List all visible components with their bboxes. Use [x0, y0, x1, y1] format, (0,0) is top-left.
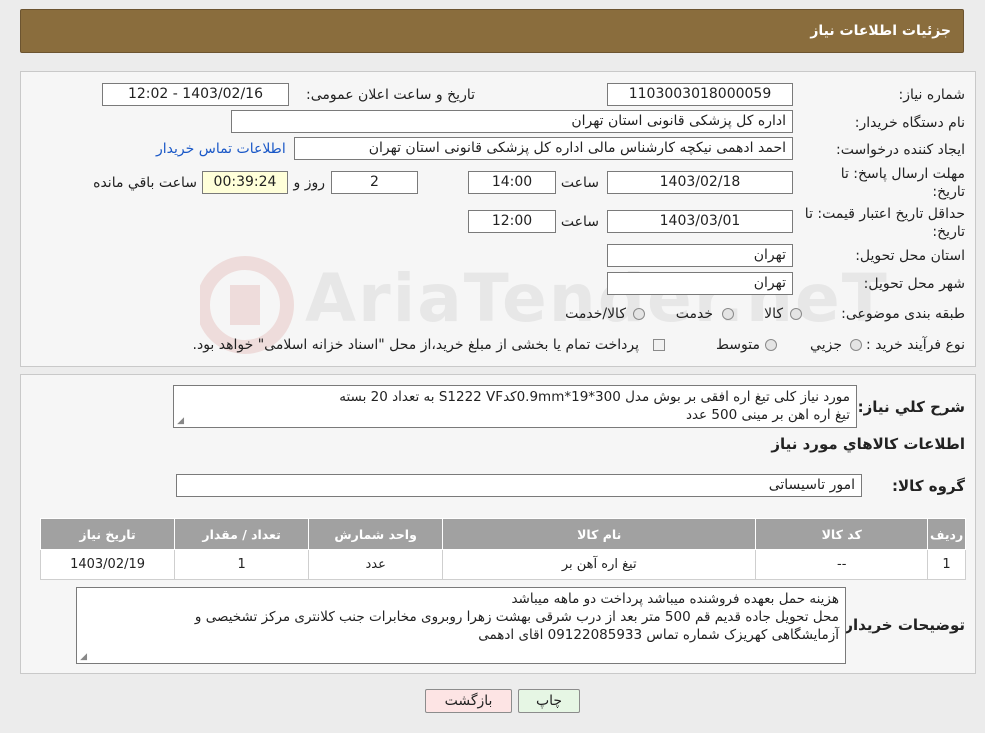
- buyer-notes-line-3: آزمایشگاهی کهریزک شماره تماس 09122085933…: [478, 627, 839, 643]
- city-label: شهر محل تحویل:: [863, 276, 965, 292]
- goods-group-label: گروه کالا:: [892, 477, 965, 495]
- category-service-radio[interactable]: [722, 308, 734, 320]
- items-table: ردیف کد کالا نام کالا واحد شمارش تعداد /…: [39, 518, 966, 580]
- cell-need-date: 1403/02/19: [39, 549, 176, 580]
- items-table-wrapper: ردیف کد کالا نام کالا واحد شمارش تعداد /…: [39, 518, 966, 580]
- reply-date-field: 1403/02/18: [607, 171, 793, 194]
- col-row-number: ردیف: [927, 518, 966, 550]
- validity-label: حداقل تاریخ اعتبار قیمت: تا: [804, 206, 965, 222]
- buyer-notes-line-1: هزینه حمل بعهده فروشنده میباشد پرداخت دو…: [511, 591, 839, 607]
- col-goods-code: کد کالا: [755, 518, 929, 550]
- days-label: روز و: [293, 175, 326, 191]
- validity-time-field: 12:00: [468, 210, 556, 233]
- process-medium-radio[interactable]: [765, 339, 777, 351]
- announce-field: 1403/02/16 - 12:02: [102, 83, 289, 106]
- resize-grip-icon[interactable]: ◢: [79, 653, 87, 662]
- col-goods-name: نام کالا: [442, 518, 757, 550]
- days-field: 2: [331, 171, 418, 194]
- resize-grip-icon[interactable]: ◢: [176, 417, 184, 426]
- validity-date-field: 1403/03/01: [607, 210, 793, 233]
- goods-group-field: امور تاسیساتی: [176, 474, 862, 497]
- requester-field: احمد ادهمی نیکچه کارشناس مالی اداره کل پ…: [294, 137, 793, 160]
- col-quantity: تعداد / مقدار: [174, 518, 310, 550]
- page-header: جزئیات اطلاعات نیاز: [20, 9, 964, 53]
- reply-deadline-label: مهلت ارسال پاسخ: تا: [840, 166, 965, 182]
- buyer-org-label: نام دستگاه خریدار:: [854, 115, 965, 131]
- process-minor-label: جزیي: [810, 337, 842, 353]
- city-field: تهران: [607, 272, 793, 295]
- category-goods-service-label: کالا/خدمت: [565, 306, 626, 322]
- table-header-row: ردیف کد کالا نام کالا واحد شمارش تعداد /…: [39, 518, 966, 550]
- validity-time-label: ساعت: [560, 214, 599, 230]
- summary-line-2: تیغ اره اهن بر مینی 500 عدد: [685, 407, 850, 423]
- summary-textarea[interactable]: مورد نیاز کلی تیغ اره افقی بر بوش مدل 30…: [173, 385, 857, 428]
- category-service-label: خدمت: [675, 306, 713, 322]
- cell-goods-code: --: [755, 549, 929, 580]
- buyer-notes-line-2: محل تحویل جاده قدیم قم 500 متر بعد از در…: [194, 609, 839, 625]
- category-label: طبقه بندی موضوعی:: [841, 306, 965, 322]
- remaining-time-label: ساعت باقي مانده: [93, 175, 197, 191]
- buyer-notes-label: توضیحات خریدار:: [838, 616, 965, 634]
- need-number-label: شماره نیاز:: [898, 87, 966, 103]
- category-goods-service-radio[interactable]: [633, 308, 645, 320]
- summary-line-1: مورد نیاز کلی تیغ اره افقی بر بوش مدل 30…: [339, 389, 850, 405]
- need-number-field: 1103003018000059: [607, 83, 793, 106]
- summary-label: شرح کلي نیاز:: [857, 398, 965, 416]
- category-goods-label: کالا: [764, 306, 783, 322]
- col-need-date: تاریخ نیاز: [39, 518, 176, 550]
- buyer-notes-textarea[interactable]: هزینه حمل بعهده فروشنده میباشد پرداخت دو…: [76, 587, 846, 664]
- province-field: تهران: [607, 244, 793, 267]
- cell-quantity: 1: [174, 549, 310, 580]
- table-row: 1 -- تیغ اره آهن بر عدد 1 1403/02/19: [39, 549, 966, 580]
- goods-info-title: اطلاعات کالاهاي مورد نیاز: [771, 435, 965, 453]
- requester-label: ایجاد کننده درخواست:: [836, 142, 965, 158]
- validity-label-2: تاریخ:: [932, 224, 965, 240]
- announce-label: تاریخ و ساعت اعلان عمومی:: [306, 87, 475, 103]
- page-title: جزئیات اطلاعات نیاز: [810, 23, 951, 39]
- buyer-org-field: اداره کل پزشکی قانونی استان تهران: [231, 110, 793, 133]
- reply-time-label: ساعت: [560, 175, 599, 191]
- process-label: نوع فرآیند خرید :: [866, 337, 965, 353]
- col-unit: واحد شمارش: [308, 518, 444, 550]
- process-minor-radio[interactable]: [850, 339, 862, 351]
- remaining-time-field: 00:39:24: [202, 171, 288, 194]
- contact-buyer-link[interactable]: اطلاعات تماس خریدار: [156, 141, 286, 157]
- reply-deadline-label-2: تاریخ:: [932, 184, 965, 200]
- province-label: استان محل تحویل:: [855, 248, 965, 264]
- treasury-payment-checkbox[interactable]: [653, 339, 665, 351]
- process-medium-label: متوسط: [716, 337, 760, 353]
- cell-row-number: 1: [927, 549, 966, 580]
- reply-time-field: 14:00: [468, 171, 556, 194]
- category-goods-radio[interactable]: [790, 308, 802, 320]
- treasury-payment-note: پرداخت تمام یا بخشی از مبلغ خرید،از محل …: [192, 337, 639, 353]
- print-button[interactable]: چاپ: [518, 689, 580, 713]
- cell-goods-name: تیغ اره آهن بر: [442, 549, 757, 580]
- back-button[interactable]: بازگشت: [425, 689, 512, 713]
- cell-unit: عدد: [308, 549, 444, 580]
